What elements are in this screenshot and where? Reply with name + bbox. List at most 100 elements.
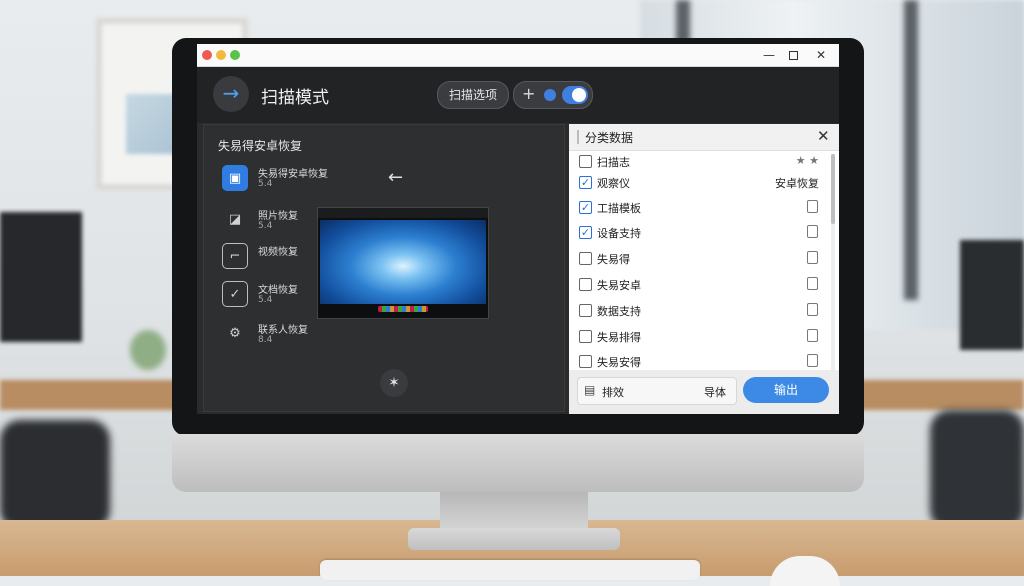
clipboard-icon[interactable] — [807, 225, 818, 238]
header-accent — [577, 130, 579, 144]
sort-field[interactable]: ▤ 排效 导体 — [577, 377, 737, 405]
clipboard-icon[interactable] — [807, 251, 818, 264]
app-header: → 扫描模式 扫描选项 + — [197, 67, 839, 123]
list-item-sub: 5.4 — [258, 221, 273, 231]
export-button[interactable]: 输出 — [743, 377, 829, 403]
sort-label: 排效 — [602, 386, 624, 399]
category-panel: 分类数据 ✕ 扫描志 ★ ★ ✓ 观察仪 安卓恢复 ✓ 工描模板 ✓ 设备支持 … — [569, 124, 839, 414]
clipboard-icon[interactable] — [807, 354, 818, 367]
row-label: 设备支持 — [597, 227, 641, 240]
close-icon[interactable]: ✕ — [817, 127, 830, 145]
checkbox[interactable]: ✓ — [579, 201, 592, 214]
list-item[interactable]: ⚙ 联系人恢复 8.4 — [222, 317, 342, 351]
row-tag: 安卓恢复 — [775, 177, 819, 190]
plus-icon[interactable]: + — [522, 84, 535, 103]
keyboard — [320, 560, 700, 580]
scrollbar[interactable] — [831, 154, 835, 370]
row-label: 失易得 — [597, 253, 630, 266]
list-item-sub: 5.4 — [258, 179, 273, 189]
maximize-icon — [788, 51, 798, 60]
page-title: 扫描模式 — [261, 88, 329, 108]
list-item-label: 失易得安卓恢复 — [258, 169, 328, 180]
checkbox[interactable] — [579, 252, 592, 265]
list-item-label: 文档恢复 — [258, 285, 298, 296]
checkbox-icon: ✓ — [222, 281, 248, 307]
panel-title: 失易得安卓恢复 — [218, 139, 303, 153]
briefcase-icon: ▣ — [222, 165, 248, 191]
table-row[interactable]: 失易安卓 — [579, 274, 829, 296]
scrollbar-thumb[interactable] — [831, 154, 835, 224]
list-item-sub: 8.4 — [258, 335, 273, 345]
table-row[interactable]: ✓ 观察仪 安卓恢复 — [579, 172, 829, 194]
checkbox[interactable] — [579, 330, 592, 343]
checkbox[interactable] — [579, 155, 592, 168]
row-label: 失易排得 — [597, 331, 641, 344]
table-row[interactable]: 扫描志 ★ ★ — [579, 151, 829, 173]
background-monitor — [0, 212, 82, 342]
thumbnail-wallpaper — [320, 220, 486, 304]
recovery-panel: 失易得安卓恢复 ▣ 失易得安卓恢复 5.4 ◪ 照片恢复 5.4 ⌐ 视频恢复 … — [203, 124, 565, 412]
mode-toggle[interactable]: + — [513, 81, 593, 109]
clipboard-icon[interactable] — [807, 303, 818, 316]
thumbnail-titlebar — [318, 208, 488, 218]
table-row[interactable]: 失易得 — [579, 248, 829, 270]
minimize-button[interactable]: — — [759, 46, 779, 64]
table-row[interactable]: 失易排得 — [579, 326, 829, 348]
list-item-sub: 5.4 — [258, 295, 273, 305]
table-row[interactable]: ✓ 设备支持 — [579, 222, 829, 244]
window-mullion — [904, 0, 918, 300]
close-button[interactable]: ✕ — [811, 46, 831, 64]
image-icon: ◪ — [228, 212, 242, 227]
preview-thumbnail[interactable] — [317, 207, 489, 319]
document-icon: ▤ — [584, 383, 596, 397]
background-monitor — [960, 240, 1024, 350]
clipboard-icon[interactable] — [807, 200, 818, 213]
list-item[interactable]: ▣ 失易得安卓恢复 5.4 — [222, 161, 342, 195]
row-label: 工描模板 — [597, 202, 641, 215]
monitor-stand — [440, 492, 588, 532]
background-desk — [860, 380, 1024, 410]
background-desk — [0, 380, 180, 410]
panel-title: 分类数据 — [585, 131, 634, 145]
minimize-dot[interactable] — [216, 50, 226, 60]
checkbox[interactable] — [579, 355, 592, 368]
close-dot[interactable] — [202, 50, 212, 60]
sparkle-icon[interactable]: ✶ — [380, 369, 408, 397]
table-row[interactable]: ✓ 工描模板 — [579, 197, 829, 219]
monitor-foot — [408, 528, 620, 550]
scan-options-button[interactable]: 扫描选项 — [437, 81, 509, 109]
maximize-button[interactable] — [783, 46, 803, 64]
thumbnail-dock — [378, 306, 428, 312]
background-chair — [930, 410, 1024, 530]
row-label: 数据支持 — [597, 305, 641, 318]
app-window: — ✕ → 扫描模式 扫描选项 + 失易得安卓恢复 ▣ 失易得安卓恢复 5.4 … — [197, 44, 839, 414]
row-label: 失易安得 — [597, 356, 641, 369]
arrow-right-icon[interactable]: → — [213, 76, 249, 112]
monitor-chin — [172, 434, 864, 492]
list-item-label: 联系人恢复 — [258, 325, 308, 336]
clipboard-icon[interactable] — [807, 329, 818, 342]
background-chair — [0, 420, 110, 530]
checkbox[interactable]: ✓ — [579, 226, 592, 239]
conductor-label: 导体 — [704, 386, 726, 399]
zoom-dot[interactable] — [230, 50, 240, 60]
list-item-label: 照片恢复 — [258, 211, 298, 222]
list-item-label: 视频恢复 — [258, 247, 298, 258]
status-dot — [544, 89, 556, 101]
table-row[interactable]: 数据支持 — [579, 300, 829, 322]
checkbox[interactable]: ✓ — [579, 176, 592, 189]
clipboard-icon[interactable] — [807, 277, 818, 290]
copy-icon: ⌐ — [222, 243, 248, 269]
title-bar: — ✕ — [197, 44, 839, 67]
row-label: 观察仪 — [597, 177, 630, 190]
panel-header: 分类数据 ✕ — [569, 124, 839, 151]
arrow-left-icon[interactable]: ← — [388, 167, 403, 188]
star-icon[interactable]: ★ ★ — [779, 154, 819, 167]
checkbox[interactable] — [579, 278, 592, 291]
row-label: 失易安卓 — [597, 279, 641, 292]
checkbox[interactable] — [579, 304, 592, 317]
panel-footer: ▤ 排效 导体 输出 — [569, 370, 839, 414]
gear-icon: ⚙ — [229, 326, 241, 341]
toggle-knob[interactable] — [572, 88, 586, 102]
background-plant — [130, 330, 166, 370]
